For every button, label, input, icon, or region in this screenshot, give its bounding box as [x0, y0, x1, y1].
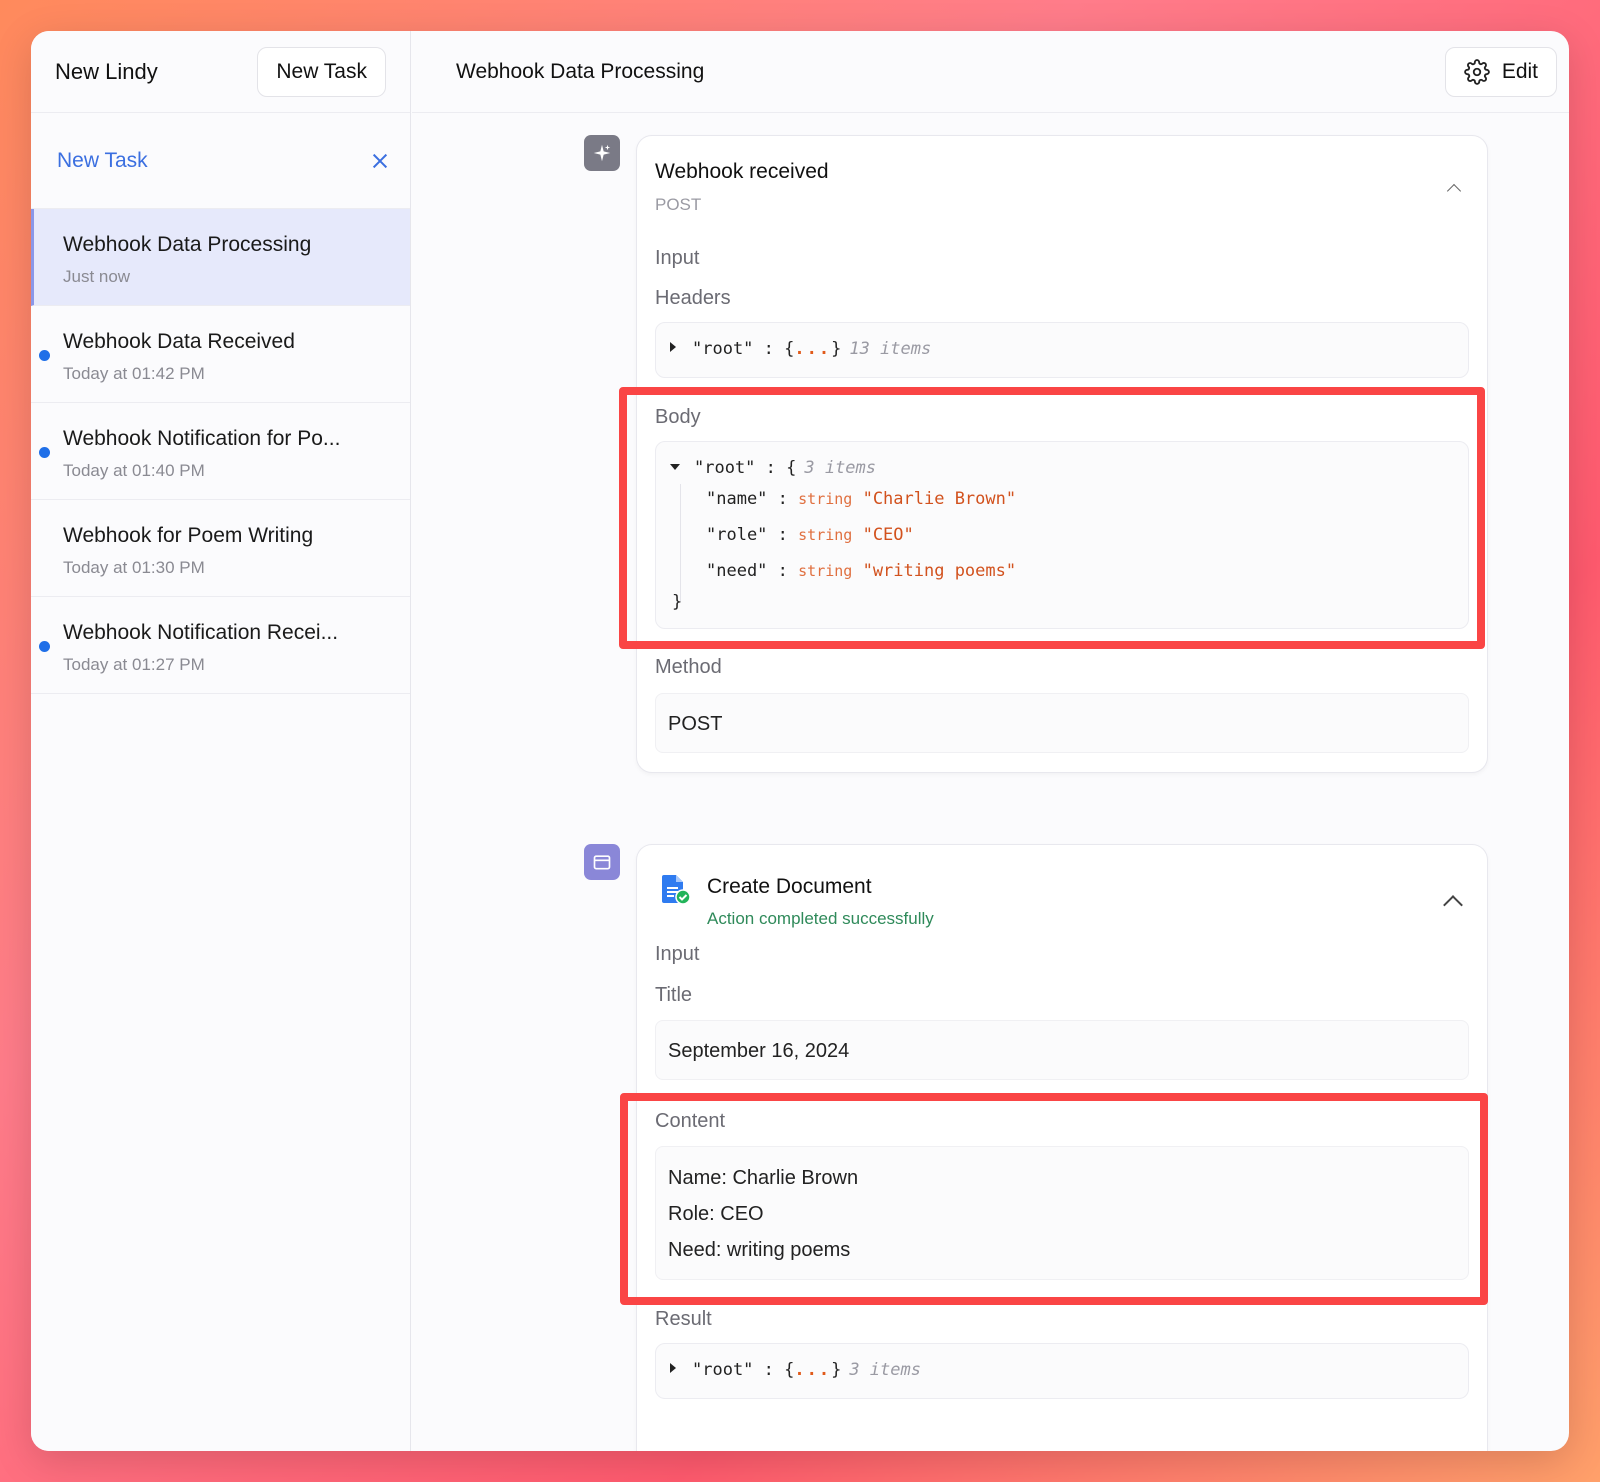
- main-header: Webhook Data Processing Edit: [412, 31, 1569, 113]
- task-item-webhook-notification-received[interactable]: Webhook Notification Recei... Today at 0…: [31, 597, 410, 694]
- page-title: Webhook Data Processing: [456, 59, 705, 83]
- window-icon: [593, 855, 611, 870]
- document-status-text: Action completed successfully: [707, 909, 934, 928]
- unread-dot: [39, 350, 50, 361]
- json-closing-brace: }: [672, 592, 683, 612]
- content-field: Name: Charlie Brown Role: CEO Need: writ…: [655, 1146, 1469, 1280]
- new-task-label[interactable]: New Task: [57, 149, 148, 173]
- method-label: Method: [655, 656, 722, 678]
- json-type: string: [798, 490, 853, 508]
- task-time: Today at 01:30 PM: [63, 558, 205, 577]
- content-line: Role: CEO: [668, 1203, 764, 1225]
- task-list: Webhook Data Processing Just now Webhook…: [31, 209, 410, 694]
- result-root-row[interactable]: "root" : {...} 3 items: [670, 1360, 921, 1380]
- task-time: Just now: [63, 267, 131, 286]
- task-title: Webhook Data Received: [63, 330, 295, 353]
- collapse-caret-icon[interactable]: [670, 464, 680, 470]
- task-item-webhook-notification-poem[interactable]: Webhook Notification for Po... Today at …: [31, 403, 410, 500]
- edit-button[interactable]: Edit: [1444, 46, 1557, 97]
- title-label: Title: [655, 984, 693, 1006]
- json-key: "root" : {: [694, 458, 797, 478]
- webhook-received-card: Webhook received POST Input Headers "roo…: [636, 135, 1488, 773]
- app-title: New Lindy: [55, 58, 158, 84]
- task-title: Webhook Data Processing: [63, 233, 312, 256]
- task-title: Webhook Notification for Po...: [63, 427, 341, 450]
- close-icon[interactable]: [370, 151, 390, 171]
- content-label: Content: [655, 1110, 726, 1132]
- body-field-name: "name" : string "Charlie Brown": [706, 489, 1016, 509]
- sparkle-step-icon: [584, 135, 620, 171]
- task-item-webhook-data-received[interactable]: Webhook Data Received Today at 01:42 PM: [31, 306, 410, 403]
- json-value: "CEO": [862, 525, 914, 545]
- main-panel: Webhook Data Processing Edit Webhook rec…: [412, 31, 1569, 1451]
- sparkle-icon: [593, 144, 611, 162]
- sidebar: New Lindy New Task New Task Webhook Data…: [31, 31, 411, 1451]
- task-time: Today at 01:42 PM: [63, 364, 205, 383]
- gear-icon: [1464, 58, 1490, 85]
- create-document-card: Create Document Action completed success…: [636, 844, 1488, 1451]
- json-value: "writing poems": [862, 561, 1017, 581]
- unread-dot: [39, 641, 50, 652]
- json-brace: }: [831, 339, 842, 359]
- input-label: Input: [655, 943, 700, 965]
- json-brace: }: [831, 1360, 842, 1380]
- json-value: "Charlie Brown": [862, 489, 1017, 509]
- json-collapsed-dots: ...: [794, 339, 832, 359]
- body-field-role: "role" : string "CEO": [706, 525, 914, 545]
- content-line: Need: writing poems: [668, 1239, 851, 1261]
- document-step-icon: [584, 844, 620, 880]
- json-item-count: 13 items: [849, 339, 932, 359]
- webhook-card-subtitle: POST: [655, 195, 702, 214]
- document-card-title: Create Document: [707, 875, 872, 898]
- body-json-viewer[interactable]: "root" : { 3 items "name" : string "Charl…: [655, 441, 1469, 629]
- json-key: "root" : {: [692, 339, 795, 359]
- body-field-need: "need" : string "writing poems": [706, 561, 1016, 581]
- task-title: Webhook Notification Recei...: [63, 621, 339, 644]
- json-key: "name" :: [706, 489, 788, 509]
- chevron-up-icon[interactable]: [1443, 895, 1463, 915]
- task-item-webhook-poem-writing[interactable]: Webhook for Poem Writing Today at 01:30 …: [31, 500, 410, 597]
- method-value: POST: [668, 713, 723, 735]
- json-type: string: [798, 526, 853, 544]
- headers-root-row[interactable]: "root" : {...} 13 items: [670, 339, 931, 359]
- json-tree-guide: [680, 484, 681, 602]
- json-item-count: 3 items: [849, 1360, 921, 1380]
- expand-caret-icon[interactable]: [670, 342, 676, 352]
- webhook-card-title: Webhook received: [655, 160, 829, 183]
- headers-label: Headers: [655, 287, 731, 309]
- json-key: "need" :: [706, 561, 788, 581]
- task-item-webhook-data-processing[interactable]: Webhook Data Processing Just now: [31, 209, 410, 306]
- edit-label: Edit: [1501, 59, 1538, 83]
- title-field: September 16, 2024: [655, 1020, 1469, 1080]
- chevron-up-icon[interactable]: [1446, 183, 1462, 199]
- new-task-button[interactable]: New Task: [257, 46, 386, 97]
- google-docs-icon: [662, 875, 691, 905]
- method-field: POST: [655, 693, 1469, 753]
- app-window: New Lindy New Task New Task Webhook Data…: [31, 31, 1569, 1451]
- json-type: string: [798, 562, 853, 580]
- json-collapsed-dots: ...: [794, 1360, 832, 1380]
- json-item-count: 3 items: [804, 458, 877, 478]
- title-value: September 16, 2024: [668, 1040, 850, 1062]
- sidebar-header: New Lindy New Task: [31, 31, 410, 113]
- expand-caret-icon[interactable]: [670, 1363, 676, 1373]
- result-json-viewer[interactable]: "root" : {...} 3 items: [655, 1343, 1469, 1399]
- json-key: "root" : {: [692, 1360, 795, 1380]
- body-label: Body: [655, 406, 701, 428]
- task-time: Today at 01:40 PM: [63, 461, 205, 480]
- body-root-row[interactable]: "root" : { 3 items: [670, 458, 876, 478]
- result-label: Result: [655, 1308, 712, 1330]
- unread-dot: [39, 447, 50, 458]
- input-label: Input: [655, 247, 700, 269]
- task-time: Today at 01:27 PM: [63, 655, 205, 674]
- headers-json-viewer[interactable]: "root" : {...} 13 items: [655, 322, 1469, 378]
- json-key: "role" :: [706, 525, 788, 545]
- content-line: Name: Charlie Brown: [668, 1167, 859, 1189]
- new-task-row[interactable]: New Task: [31, 113, 410, 209]
- task-title: Webhook for Poem Writing: [63, 524, 314, 547]
